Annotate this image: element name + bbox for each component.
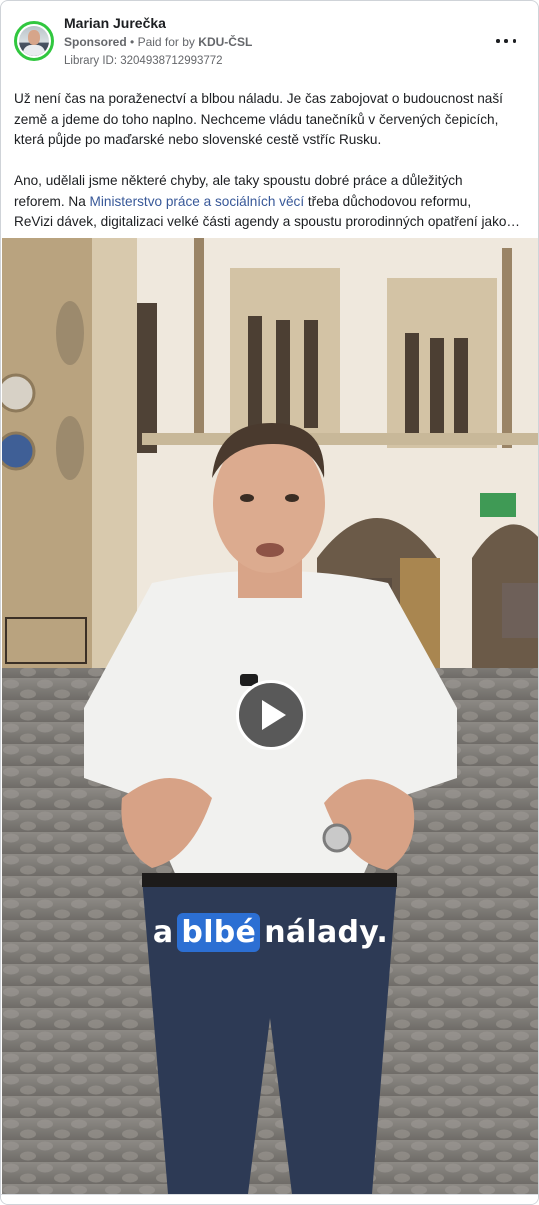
post-text: Už není čas na poraženectví a blbou nála… xyxy=(14,89,528,233)
post-line: Už není čas na poraženectví a blbou nála… xyxy=(14,91,503,106)
post-line: která půjde po maďarské nebo slovenské c… xyxy=(14,132,382,147)
post-line: reforem. Na Ministerstvo práce a sociáln… xyxy=(14,193,472,209)
post-line: země a jdeme do toho naplno. Nechceme vl… xyxy=(14,111,499,127)
ad-card: Marian Jurečka Sponsored • Paid for by K… xyxy=(0,0,539,1205)
advertiser-name[interactable]: Marian Jurečka xyxy=(64,15,166,31)
video-caption: a blbé nálady. xyxy=(2,913,538,952)
post-line-truncated: ReVizi dávek, digitalizaci velké části a… xyxy=(14,214,521,229)
caption-word: nálady. xyxy=(264,915,389,950)
more-horizontal-icon[interactable] xyxy=(496,31,516,51)
sponsored-label: Sponsored xyxy=(64,35,127,49)
avatar-image xyxy=(19,26,49,56)
post-line: Ano, udělali jsme některé chyby, ale tak… xyxy=(14,173,463,188)
avatar[interactable] xyxy=(14,21,54,61)
library-id: Library ID: 3204938712993772 xyxy=(64,55,223,67)
ad-header: Marian Jurečka Sponsored • Paid for by K… xyxy=(1,1,538,77)
caption-word: a xyxy=(152,915,174,950)
card-footer xyxy=(1,1194,538,1204)
payer-name: KDU-ČSL xyxy=(198,35,253,49)
play-icon[interactable] xyxy=(236,680,306,750)
video-player[interactable]: a blbé nálady. xyxy=(2,238,538,1194)
paid-for-label: Paid for by xyxy=(137,35,195,49)
ministry-link[interactable]: Ministerstvo práce a sociálních věcí xyxy=(90,194,305,209)
sponsored-line: Sponsored • Paid for by KDU-ČSL xyxy=(64,35,252,49)
caption-word-highlighted: blbé xyxy=(177,913,261,952)
separator: • xyxy=(130,35,135,49)
